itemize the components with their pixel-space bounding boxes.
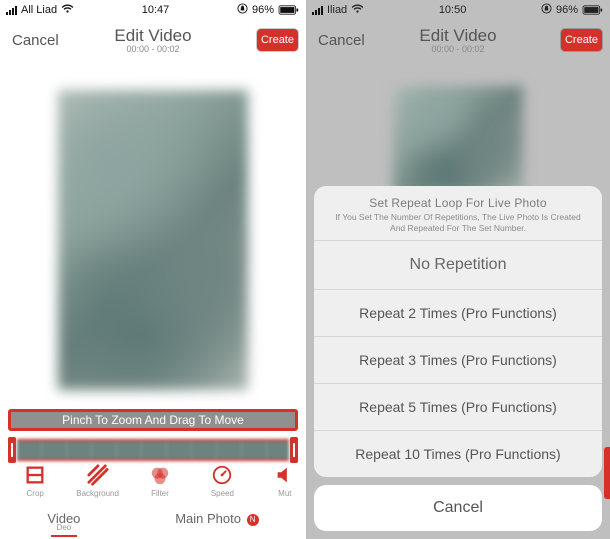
action-sheet-body: Set Repeat Loop For Live Photo If You Se… xyxy=(314,186,602,477)
status-bar: Iliad 10:50 96% xyxy=(306,0,610,20)
tab-video[interactable]: Video Deo xyxy=(47,511,80,535)
tool-tab-row: Crop Background Filter Speed xyxy=(0,463,306,507)
nav-title-block: Edit Video 00:00 - 00:02 xyxy=(114,26,191,54)
tool-crop[interactable]: Crop xyxy=(4,463,66,507)
tool-label: Mut xyxy=(278,489,291,498)
sheet-desc: If You Set The Number Of Repetitions, Th… xyxy=(324,212,592,234)
signal-icon xyxy=(312,6,323,15)
sheet-cancel-button[interactable]: Cancel xyxy=(314,485,602,531)
tab-main-photo[interactable]: Main Photo N xyxy=(175,511,258,535)
tool-speed[interactable]: Speed xyxy=(191,463,253,507)
crop-icon xyxy=(23,463,47,487)
status-bar: All Liad 10:47 96% xyxy=(0,0,306,20)
page-title: Edit Video xyxy=(114,26,191,46)
sheet-title: Set Repeat Loop For Live Photo xyxy=(324,196,592,210)
nav-bar: Cancel Edit Video 00:00 - 00:02 Create xyxy=(0,20,306,60)
timeline[interactable] xyxy=(8,437,298,463)
signal-icon xyxy=(6,6,17,15)
wifi-icon xyxy=(351,4,364,17)
speaker-icon xyxy=(273,463,297,487)
zoom-hint-overlay: Pinch To Zoom And Drag To Move xyxy=(8,409,298,431)
preview-image xyxy=(393,86,523,194)
bottom-tab-row: Video Deo Main Photo N xyxy=(0,511,306,535)
sheet-option-repeat-2[interactable]: Repeat 2 Times (Pro Functions) xyxy=(314,289,602,336)
screen-repeat-sheet: Iliad 10:50 96% Cancel Edit Video 00:0 xyxy=(306,0,610,539)
preview-image xyxy=(58,90,248,390)
trim-handle-left[interactable] xyxy=(8,437,16,463)
action-sheet: Set Repeat Loop For Live Photo If You Se… xyxy=(314,186,602,531)
tool-label: Crop xyxy=(27,489,44,498)
sheet-option-repeat-10[interactable]: Repeat 10 Times (Pro Functions) xyxy=(314,430,602,477)
battery-icon xyxy=(582,5,604,15)
cancel-button[interactable]: Cancel xyxy=(314,28,369,53)
sheet-option-no-repetition[interactable]: No Repetition xyxy=(314,240,602,289)
tool-label: Background xyxy=(76,489,119,498)
speed-icon xyxy=(210,463,234,487)
cancel-button[interactable]: Cancel xyxy=(8,28,63,53)
sheet-option-repeat-5[interactable]: Repeat 5 Times (Pro Functions) xyxy=(314,383,602,430)
status-time: 10:50 xyxy=(439,4,467,16)
timeline-strip[interactable] xyxy=(17,439,289,461)
tool-filter[interactable]: Filter xyxy=(129,463,191,507)
carrier-label: Iliad xyxy=(327,4,347,16)
nav-bar: Cancel Edit Video 00:00 - 00:02 Create xyxy=(306,20,610,60)
carrier-label: All Liad xyxy=(21,4,57,16)
action-sheet-header: Set Repeat Loop For Live Photo If You Se… xyxy=(314,186,602,240)
nav-title-block: Edit Video 00:00 - 00:02 xyxy=(419,26,496,54)
wifi-icon xyxy=(61,4,74,17)
video-preview xyxy=(306,86,610,194)
filter-icon xyxy=(148,463,172,487)
stripes-icon xyxy=(86,463,110,487)
video-preview[interactable] xyxy=(0,90,306,410)
page-title: Edit Video xyxy=(419,26,496,46)
battery-percent: 96% xyxy=(556,4,578,16)
screen-edit-video: All Liad 10:47 96% Cancel Edit Video 0 xyxy=(0,0,306,539)
tool-label: Speed xyxy=(211,489,234,498)
orientation-lock-icon xyxy=(237,3,248,17)
battery-icon xyxy=(278,5,300,15)
create-button[interactable]: Create xyxy=(561,29,602,51)
edge-marker xyxy=(604,447,610,499)
tab-label: Main Photo xyxy=(175,511,241,526)
tool-background[interactable]: Background xyxy=(66,463,128,507)
orientation-lock-icon xyxy=(541,3,552,17)
battery-percent: 96% xyxy=(252,4,274,16)
new-badge: N xyxy=(247,514,259,526)
sheet-option-repeat-3[interactable]: Repeat 3 Times (Pro Functions) xyxy=(314,336,602,383)
status-time: 10:47 xyxy=(142,4,170,16)
create-button[interactable]: Create xyxy=(257,29,298,51)
tool-label: Filter xyxy=(151,489,169,498)
trim-handle-right[interactable] xyxy=(290,437,298,463)
